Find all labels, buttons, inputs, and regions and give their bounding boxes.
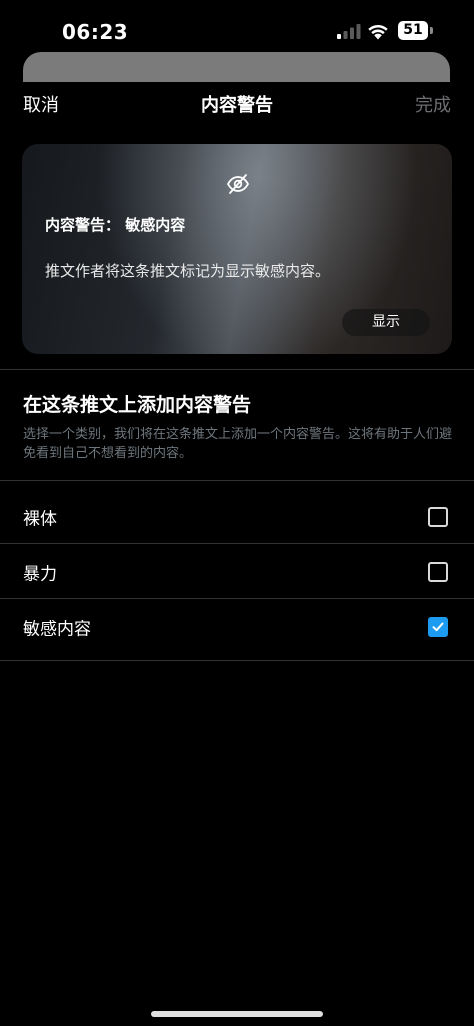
option-label: 暴力	[23, 564, 57, 584]
divider	[0, 369, 474, 370]
checkmark-icon	[432, 622, 444, 631]
eye-off-icon	[226, 174, 250, 194]
status-time: 06:23	[62, 20, 129, 44]
violence-checkbox[interactable]	[428, 561, 448, 582]
divider	[0, 660, 474, 661]
done-button[interactable]: 完成	[415, 91, 451, 117]
battery-icon: 51	[398, 21, 434, 40]
option-nudity[interactable]: 裸体	[0, 489, 474, 544]
show-button[interactable]: 显示	[342, 309, 430, 336]
wifi-icon	[368, 24, 388, 40]
preview-description: 推文作者将这条推文标记为显示敏感内容。	[45, 262, 331, 280]
content-warning-preview: 内容警告： 敏感内容 推文作者将这条推文标记为显示敏感内容。 显示	[22, 144, 452, 354]
cellular-signal-icon	[337, 24, 361, 39]
nudity-checkbox[interactable]	[428, 506, 448, 527]
battery-level: 51	[398, 21, 428, 40]
preview-heading: 内容警告： 敏感内容	[45, 216, 186, 234]
divider	[0, 480, 474, 481]
background-sheet	[23, 52, 450, 82]
page-title: 内容警告	[201, 95, 273, 116]
option-sensitive[interactable]: 敏感内容	[0, 599, 474, 654]
status-bar: 06:23 51	[0, 0, 474, 50]
sensitive-checkbox[interactable]	[428, 616, 448, 637]
home-indicator[interactable]	[151, 1011, 323, 1017]
option-label: 敏感内容	[23, 619, 91, 639]
section-title: 在这条推文上添加内容警告	[23, 394, 252, 416]
option-label: 裸体	[23, 509, 57, 529]
battery-tip	[430, 27, 433, 34]
section-description: 选择一个类别，我们将在这条推文上添加一个内容警告。这将有助于人们避免看到自己不想…	[23, 427, 453, 461]
option-violence[interactable]: 暴力	[0, 544, 474, 599]
